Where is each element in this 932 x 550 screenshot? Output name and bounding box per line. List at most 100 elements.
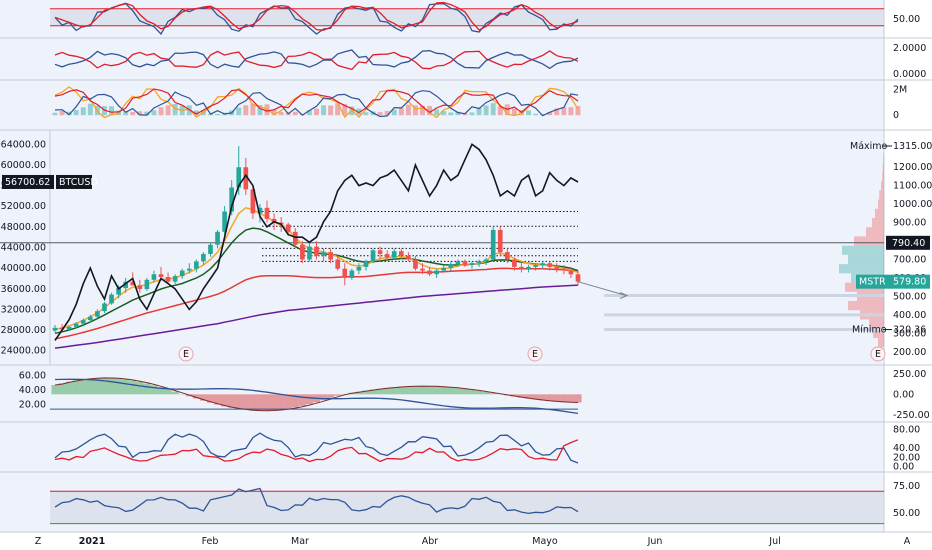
left-symbol-tag-label: BTCUSD [59, 177, 98, 188]
volume-profile-bar [839, 264, 884, 274]
candle-body [504, 252, 510, 260]
volume-profile-bar [879, 190, 884, 200]
candle-body [137, 285, 143, 290]
osc-histogram-bar [475, 390, 483, 395]
osc-histogram-bar [461, 388, 469, 395]
osc-histogram-bar [143, 383, 151, 395]
rsi-tick-label: 50.00 [893, 508, 920, 519]
chart-background [0, 0, 932, 550]
candle-body [342, 268, 348, 278]
candle-body [88, 316, 93, 321]
rsi-band [50, 491, 884, 524]
volume-profile-bar [866, 227, 884, 237]
volume-bar [469, 112, 475, 116]
stoch-tick-label: 50.00 [893, 14, 920, 25]
auto-scale-button[interactable]: A [904, 536, 911, 547]
candle-body [462, 261, 468, 266]
zoom-button[interactable]: Z [35, 536, 42, 547]
osc-histogram-bar [263, 394, 271, 411]
cmf-left-tick-label: 40.00 [19, 385, 46, 396]
volume-bar [483, 105, 489, 116]
osc-histogram-bar [334, 394, 342, 396]
osc-histogram-bar [574, 394, 582, 403]
candle-body [264, 207, 270, 219]
osc-histogram-bar [284, 394, 292, 409]
osc-histogram-bar [171, 391, 179, 395]
candle-body [194, 261, 199, 269]
osc-histogram-bar [447, 387, 455, 395]
candle-body [554, 266, 560, 269]
volume-bar [73, 110, 79, 116]
left-axis-tick-label: 24000.00 [1, 346, 46, 357]
osc-histogram-bar [468, 389, 476, 395]
candle-body [540, 263, 545, 266]
osc-histogram-bar [136, 381, 144, 395]
right-axis-tick-label: 1200.00 [893, 162, 932, 173]
volume-bar [292, 111, 298, 116]
volume-bar [363, 112, 369, 116]
candle-body [102, 303, 107, 312]
osc-histogram-bar [404, 386, 412, 395]
volume-bar [151, 110, 157, 116]
osc-histogram-bar [560, 394, 568, 403]
osc-histogram-bar [320, 394, 328, 401]
volume-bar [533, 113, 539, 116]
time-axis-label: 2021 [79, 536, 105, 547]
osc-histogram-bar [242, 394, 250, 410]
candle-body [398, 251, 404, 256]
volume-bar [243, 105, 249, 116]
candle-body [208, 244, 213, 254]
candle-body [384, 253, 390, 258]
left-axis-tick-label: 64000.00 [1, 139, 46, 150]
left-axis-tick-label: 40000.00 [1, 263, 46, 274]
candle-body [52, 327, 58, 331]
right-axis-tick-label: 1000.00 [893, 199, 932, 210]
volume-bar [568, 107, 574, 116]
chart-canvas[interactable]: 50.00 2.0000 0.0000 2M 0 E E E 64000.00 60000.00 5… [0, 0, 932, 550]
candle-body [335, 259, 341, 269]
volume-profile-bar [878, 337, 884, 348]
cmf-right-tick-label: 0.00 [893, 389, 914, 400]
left-axis-tick-label: 32000.00 [1, 304, 46, 315]
candle-body [526, 266, 531, 269]
candle-body [158, 274, 164, 278]
trading-chart[interactable]: 50.00 2.0000 0.0000 2M 0 E E E 64000.00 60000.00 5… [0, 0, 932, 550]
cmf-left-tick-label: 20.00 [19, 399, 46, 410]
volume-bar [52, 112, 58, 116]
cmf-left-tick-label: 60.00 [19, 370, 46, 381]
volume-bar [398, 107, 404, 116]
candle-body [441, 267, 447, 271]
max-value: 1315.00 [893, 141, 932, 152]
min-label: Mínimo [852, 325, 887, 336]
volume-bar [511, 108, 517, 116]
volume-bar [448, 112, 454, 116]
time-axis-label: Jul [768, 536, 780, 547]
volume-bar [80, 107, 86, 116]
osc-histogram-bar [298, 394, 306, 406]
osc-histogram-bar [79, 379, 87, 395]
time-axis-label: Mayo [532, 536, 558, 547]
volume-bar [278, 112, 284, 116]
osc-histogram-bar [277, 394, 285, 410]
earnings-marker-label: E [183, 349, 189, 360]
current-price-tag-value: 579.80 [893, 277, 926, 288]
osc-histogram-bar [256, 394, 264, 411]
osc-histogram-bar [553, 394, 561, 402]
candle-body [483, 259, 489, 262]
time-axis-label: Jun [647, 536, 663, 547]
volume-tick-label: 2M [893, 85, 907, 96]
volume-profile-bar [882, 162, 884, 172]
volume-profile-bar [878, 199, 884, 209]
candle-body [370, 250, 376, 262]
osc-histogram-bar [270, 394, 278, 411]
osc-histogram-bar [235, 394, 243, 409]
earnings-marker-label: E [532, 349, 538, 360]
candle-body [151, 274, 157, 280]
left-axis-tick-label: 48000.00 [1, 222, 46, 233]
candle-body [66, 326, 72, 330]
osc-histogram-bar [426, 386, 434, 395]
candle-body [377, 250, 383, 254]
osc-histogram-bar [122, 379, 130, 395]
osc-histogram-bar [433, 386, 441, 395]
candle-body [413, 259, 418, 269]
